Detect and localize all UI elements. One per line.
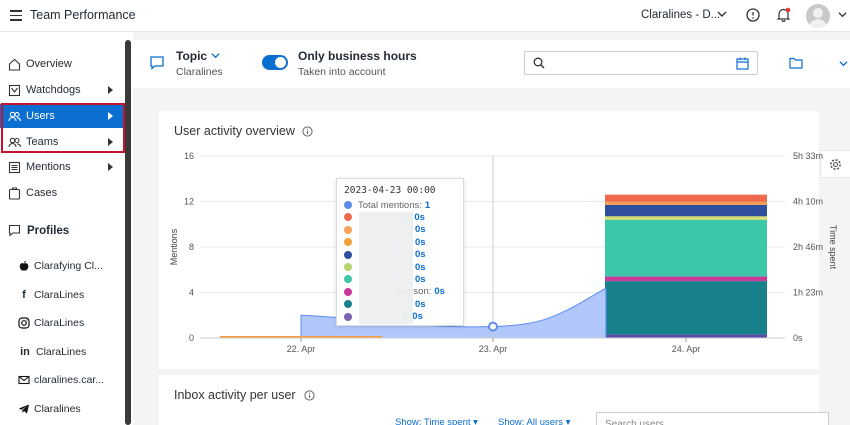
tooltip-value: 0s bbox=[415, 249, 426, 261]
tooltip-value: 0s bbox=[414, 211, 425, 223]
y2-tick-label: 4h 10m bbox=[793, 197, 823, 207]
stacked-bar-segment bbox=[605, 334, 767, 338]
tooltip-label: Total mentions: bbox=[358, 199, 422, 211]
legend-dot bbox=[344, 238, 352, 247]
y-axis-label: Mentions bbox=[169, 228, 179, 265]
x-tick-label: 23. Apr bbox=[479, 344, 508, 354]
stacked-bar-segment bbox=[605, 281, 767, 335]
tooltip-value: 0s bbox=[415, 236, 426, 248]
y-tick-label: 4 bbox=[189, 288, 194, 298]
hover-marker bbox=[488, 321, 498, 332]
tooltip-date: 2023-04-23 00:00 bbox=[344, 185, 436, 196]
tooltip-row: Total mentions: 1 bbox=[344, 199, 430, 211]
legend-dot bbox=[344, 263, 352, 271]
chart-tooltip: 2023-04-23 00:00 Total mentions:1s:0s0s0… bbox=[336, 178, 464, 326]
y2-tick-label: 2h 46m bbox=[793, 242, 823, 252]
legend-dot bbox=[344, 312, 352, 321]
stacked-bar-segment bbox=[605, 204, 767, 217]
y2-tick-label: 5h 33m bbox=[793, 151, 823, 161]
y-tick-label: 12 bbox=[184, 197, 194, 207]
y2-axis-label: Time spent bbox=[828, 225, 838, 270]
x-tick-label: 24. Apr bbox=[672, 344, 701, 354]
legend-dot bbox=[344, 225, 352, 234]
stacked-bar-segment bbox=[605, 201, 767, 205]
y-tick-label: 8 bbox=[189, 242, 194, 252]
stacked-bar-segment bbox=[605, 219, 767, 277]
tooltip-value: 1 bbox=[424, 199, 431, 211]
stacked-bar-segment bbox=[605, 216, 767, 220]
legend-dot bbox=[344, 201, 352, 209]
x-tick-label: 22. Apr bbox=[287, 344, 316, 354]
y-tick-label: 16 bbox=[184, 151, 194, 161]
y2-tick-label: 1h 23m bbox=[793, 288, 823, 298]
tooltip-value: 0s bbox=[415, 261, 426, 273]
tooltip-value: 0s bbox=[434, 286, 445, 298]
legend-dot bbox=[344, 213, 352, 222]
y-tick-label: 0 bbox=[189, 333, 194, 343]
y2-tick-label: 0s bbox=[793, 333, 803, 343]
stacked-bar-segment bbox=[605, 276, 767, 282]
tooltip-value: 0s bbox=[415, 273, 426, 285]
redacted-area bbox=[359, 212, 413, 324]
legend-dot bbox=[344, 300, 352, 309]
legend-dot bbox=[344, 275, 352, 284]
tooltip-value: 0s bbox=[412, 311, 423, 323]
tooltip-value: 0s bbox=[415, 224, 426, 236]
tooltip-value: 0s bbox=[415, 298, 426, 310]
stacked-bar-segment bbox=[605, 194, 767, 202]
legend-dot bbox=[344, 287, 352, 296]
legend-dot bbox=[344, 250, 352, 259]
